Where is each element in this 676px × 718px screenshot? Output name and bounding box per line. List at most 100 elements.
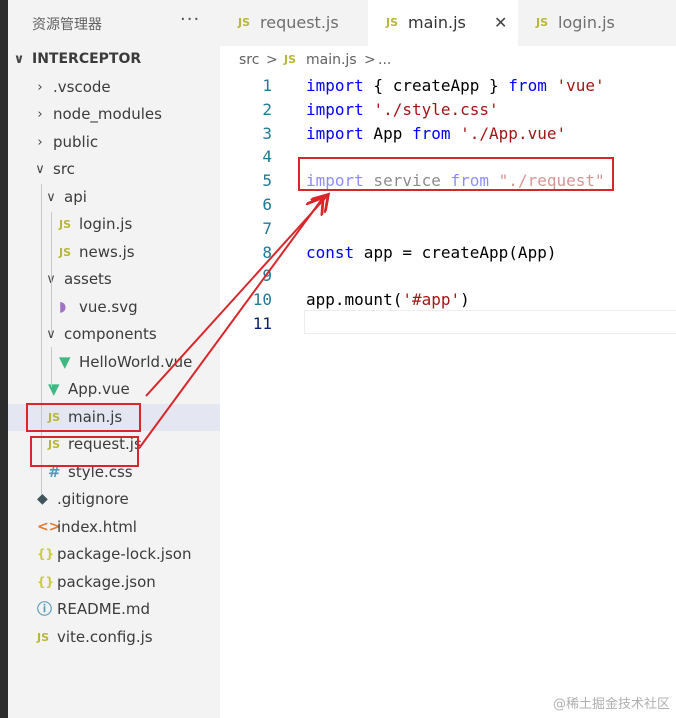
tab-main-js[interactable]: JS main.js ✕ [368, 0, 518, 46]
tree-file[interactable]: ▼ HelloWorld.vue [8, 349, 220, 376]
tree-file[interactable]: JS news.js [8, 239, 220, 266]
js-file-icon: JS [284, 53, 297, 66]
code-line[interactable]: 10 app.mount('#app') [220, 288, 676, 312]
tab-login-js[interactable]: JS login.js [518, 0, 676, 46]
tree-item-label: public [53, 132, 99, 151]
js-file-icon: JS [37, 630, 50, 644]
chevron-right-icon: › [37, 79, 43, 95]
code-keyword: import [306, 99, 364, 119]
code-line[interactable]: 7 [220, 217, 676, 241]
code-line[interactable]: 8 const app = createApp(App) [220, 241, 676, 265]
code-keyword: import [306, 123, 364, 143]
tab-label: login.js [558, 13, 615, 32]
tab-label: request.js [260, 13, 339, 32]
line-number: 1 [262, 76, 272, 95]
tree-item-label: INTERCEPTOR [32, 51, 142, 67]
code-token: app.mount( [306, 290, 403, 310]
breadcrumb-file[interactable]: main.js [306, 46, 357, 74]
code-keyword: const [306, 242, 355, 262]
tree-item-label: package.json [57, 572, 156, 591]
line-number: 7 [262, 218, 272, 238]
code-text: import './style.css' [306, 98, 499, 122]
tree-file[interactable]: {} package.json [8, 569, 220, 596]
json-file-icon: {} [37, 574, 55, 589]
explorer-title: 资源管理器 [32, 17, 102, 33]
tree-item-label: vite.config.js [57, 627, 153, 646]
code-token: app = createApp(App) [354, 242, 557, 262]
line-number: 8 [262, 242, 272, 262]
tree-item-label: assets [64, 270, 112, 288]
chevron-right-icon: › [37, 134, 43, 150]
explorer-root-folder[interactable]: ∨ INTERCEPTOR [8, 46, 220, 73]
chevron-right-icon: > [266, 52, 278, 68]
line-number: 5 [262, 171, 272, 191]
explorer-header: 资源管理器 ··· [8, 0, 220, 46]
more-actions-icon[interactable]: ··· [180, 9, 200, 30]
breadcrumb-symbol[interactable]: ... [378, 46, 391, 74]
code-keyword: from [411, 123, 451, 143]
tree-item-label: index.html [57, 517, 137, 536]
js-file-icon: JS [238, 16, 251, 29]
tree-file[interactable]: ⓘ README.md [8, 596, 220, 623]
js-file-icon: JS [59, 245, 72, 259]
code-line[interactable]: 3 import App from './App.vue' [220, 122, 676, 146]
code-string: 'vue' [556, 76, 605, 95]
annotation-box-request-js [30, 436, 139, 467]
tree-folder[interactable]: ∨ src [8, 156, 220, 183]
tree-file[interactable]: <> index.html [8, 514, 220, 541]
tree-item-label: components [64, 325, 157, 343]
tree-folder[interactable]: ∨ components [8, 321, 220, 348]
chevron-down-icon: ∨ [35, 162, 45, 177]
tree-file[interactable]: ▼ App.vue [8, 376, 220, 403]
tree-folder[interactable]: › .vscode [8, 74, 220, 101]
code-keyword: from [508, 76, 547, 95]
code-text: import { createApp } from 'vue' [306, 74, 605, 98]
tree-item-label: README.md [57, 600, 151, 618]
tree-file[interactable]: JS login.js [8, 211, 220, 238]
json-file-icon: {} [37, 547, 55, 561]
tree-item-label: App.vue [68, 380, 130, 398]
tree-folder[interactable]: ∨assets [8, 266, 220, 293]
chevron-right-icon: › [37, 107, 43, 122]
code-line[interactable]: 9 [220, 264, 676, 288]
code-keyword: import [306, 76, 364, 95]
code-string: '#app' [402, 290, 461, 310]
tree-item-label: login.js [79, 215, 133, 233]
js-file-icon: JS [536, 16, 549, 29]
tree-item-label: news.js [79, 242, 135, 261]
indent-guide [51, 293, 52, 333]
code-string: './App.vue' [460, 123, 567, 143]
code-token: ) [460, 290, 470, 310]
tab-request-js[interactable]: JS request.js [220, 0, 368, 46]
tree-file[interactable]: {} package-lock.json [8, 541, 220, 568]
breadcrumb-folder[interactable]: src [239, 46, 259, 74]
line-number: 3 [262, 123, 272, 143]
close-icon[interactable]: ✕ [494, 0, 507, 46]
code-line[interactable]: 1 import { createApp } from 'vue' [220, 74, 676, 98]
tree-file[interactable]: ◆ .gitignore [8, 486, 220, 513]
git-file-icon: ◆ [37, 491, 48, 507]
code-line[interactable]: 11 [220, 312, 676, 336]
tree-folder[interactable]: › node_modules [8, 101, 220, 128]
code-string: './style.css' [373, 99, 499, 119]
vue-file-icon: ▼ [59, 352, 71, 371]
indent-guide [51, 347, 52, 387]
tree-item-label: vue.svg [79, 297, 138, 316]
tree-item-label: .gitignore [57, 490, 129, 508]
chevron-down-icon: ∨ [46, 189, 56, 205]
tree-file[interactable]: ◗ vue.svg [8, 294, 220, 321]
code-line[interactable]: 6 [220, 193, 676, 217]
info-file-icon: ⓘ [37, 600, 53, 618]
tree-file[interactable]: JS vite.config.js [8, 624, 220, 651]
tree-folder[interactable]: ∨ api [8, 184, 220, 211]
line-number: 10 [252, 290, 272, 310]
js-file-icon: JS [59, 218, 72, 231]
line-number: 9 [262, 266, 272, 286]
code-text: app.mount('#app') [306, 288, 470, 312]
tree-folder[interactable]: › public [8, 129, 220, 156]
watermark: @稀土掘金技术社区 [552, 697, 670, 712]
code-line[interactable]: 2 import './style.css' [220, 98, 676, 122]
chevron-right-icon: > [364, 52, 376, 68]
